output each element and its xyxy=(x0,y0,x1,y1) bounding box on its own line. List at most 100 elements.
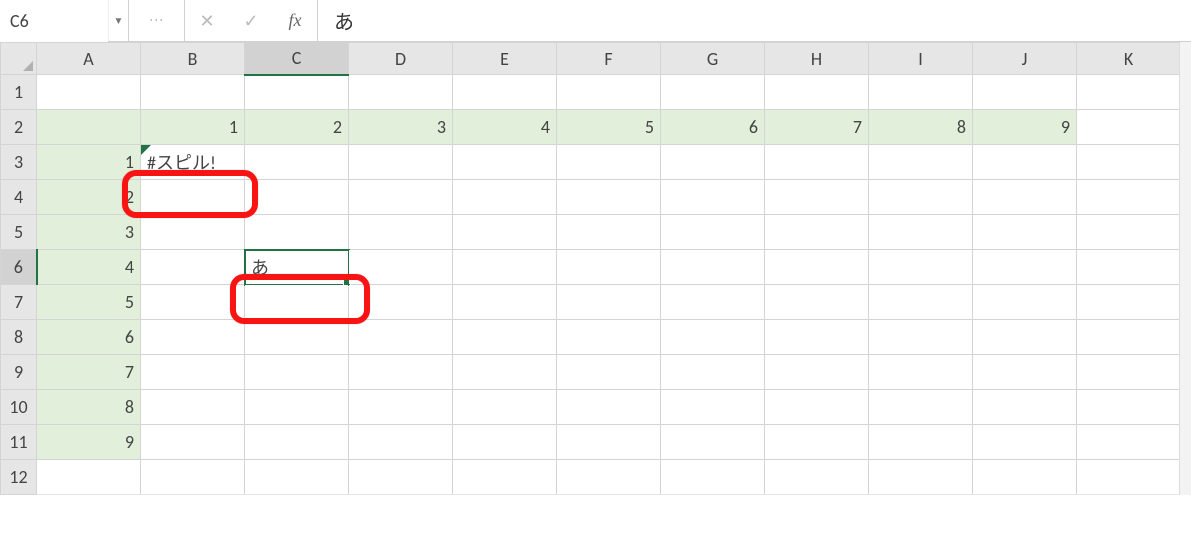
cell-G3[interactable] xyxy=(661,145,765,180)
col-head-A[interactable]: A xyxy=(37,43,141,75)
cell-K12[interactable] xyxy=(1077,460,1181,495)
cell-A7[interactable]: 5 xyxy=(37,285,141,320)
cell-I9[interactable] xyxy=(869,355,973,390)
cell-K9[interactable] xyxy=(1077,355,1181,390)
cell-F5[interactable] xyxy=(557,215,661,250)
cell-B5[interactable] xyxy=(141,215,245,250)
cell-D6[interactable] xyxy=(349,250,453,285)
cell-E1[interactable] xyxy=(453,75,557,110)
cell-I4[interactable] xyxy=(869,180,973,215)
cell-C12[interactable] xyxy=(245,460,349,495)
cell-C8[interactable] xyxy=(245,320,349,355)
cancel-button[interactable]: ✕ xyxy=(185,0,229,42)
cell-E7[interactable] xyxy=(453,285,557,320)
cell-C1[interactable] xyxy=(245,75,349,110)
cell-E5[interactable] xyxy=(453,215,557,250)
cell-F7[interactable] xyxy=(557,285,661,320)
cell-I2[interactable]: 8 xyxy=(869,110,973,145)
name-box-dropdown[interactable]: ▼ xyxy=(108,0,128,41)
cell-B4[interactable] xyxy=(141,180,245,215)
cell-C9[interactable] xyxy=(245,355,349,390)
cell-H4[interactable] xyxy=(765,180,869,215)
cell-I10[interactable] xyxy=(869,390,973,425)
cell-D1[interactable] xyxy=(349,75,453,110)
col-head-G[interactable]: G xyxy=(661,43,765,75)
row-head-4[interactable]: 4 xyxy=(1,180,37,215)
cell-H7[interactable] xyxy=(765,285,869,320)
cell-A6[interactable]: 4 xyxy=(37,250,141,285)
cell-G5[interactable] xyxy=(661,215,765,250)
cell-B1[interactable] xyxy=(141,75,245,110)
cell-F2[interactable]: 5 xyxy=(557,110,661,145)
cell-D2[interactable]: 3 xyxy=(349,110,453,145)
row-head-3[interactable]: 3 xyxy=(1,145,37,180)
cell-G9[interactable] xyxy=(661,355,765,390)
cell-H9[interactable] xyxy=(765,355,869,390)
cell-B11[interactable] xyxy=(141,425,245,460)
row-head-6[interactable]: 6 xyxy=(1,250,37,285)
cell-J6[interactable] xyxy=(973,250,1077,285)
col-head-E[interactable]: E xyxy=(453,43,557,75)
row-head-11[interactable]: 11 xyxy=(1,425,37,460)
col-head-C[interactable]: C xyxy=(245,43,349,75)
cell-C5[interactable] xyxy=(245,215,349,250)
cell-G12[interactable] xyxy=(661,460,765,495)
cell-J4[interactable] xyxy=(973,180,1077,215)
cell-E3[interactable] xyxy=(453,145,557,180)
cell-H11[interactable] xyxy=(765,425,869,460)
cell-F3[interactable] xyxy=(557,145,661,180)
cell-F9[interactable] xyxy=(557,355,661,390)
insert-function-button[interactable]: fx xyxy=(273,0,317,42)
cell-A11[interactable]: 9 xyxy=(37,425,141,460)
cell-H5[interactable] xyxy=(765,215,869,250)
cell-J11[interactable] xyxy=(973,425,1077,460)
cell-I7[interactable] xyxy=(869,285,973,320)
cell-K2[interactable] xyxy=(1077,110,1181,145)
row-head-2[interactable]: 2 xyxy=(1,110,37,145)
cell-D5[interactable] xyxy=(349,215,453,250)
cell-E12[interactable] xyxy=(453,460,557,495)
formula-bar-resize-handle[interactable]: ⋮ xyxy=(129,0,185,41)
cell-C7[interactable] xyxy=(245,285,349,320)
cell-A10[interactable]: 8 xyxy=(37,390,141,425)
cell-C4[interactable] xyxy=(245,180,349,215)
cell-D9[interactable] xyxy=(349,355,453,390)
cell-K8[interactable] xyxy=(1077,320,1181,355)
cell-K6[interactable] xyxy=(1077,250,1181,285)
cell-I1[interactable] xyxy=(869,75,973,110)
row-head-7[interactable]: 7 xyxy=(1,285,37,320)
col-head-K[interactable]: K xyxy=(1077,43,1181,75)
cell-A1[interactable] xyxy=(37,75,141,110)
cell-C2[interactable]: 2 xyxy=(245,110,349,145)
cell-D8[interactable] xyxy=(349,320,453,355)
cell-A5[interactable]: 3 xyxy=(37,215,141,250)
cell-I11[interactable] xyxy=(869,425,973,460)
cell-B6[interactable] xyxy=(141,250,245,285)
cell-D7[interactable] xyxy=(349,285,453,320)
cell-I6[interactable] xyxy=(869,250,973,285)
cell-K5[interactable] xyxy=(1077,215,1181,250)
cell-J1[interactable] xyxy=(973,75,1077,110)
formula-input[interactable]: あ xyxy=(318,0,1191,41)
col-head-I[interactable]: I xyxy=(869,43,973,75)
cell-B12[interactable] xyxy=(141,460,245,495)
cell-J12[interactable] xyxy=(973,460,1077,495)
cell-D10[interactable] xyxy=(349,390,453,425)
cell-A12[interactable] xyxy=(37,460,141,495)
col-head-D[interactable]: D xyxy=(349,43,453,75)
cell-G4[interactable] xyxy=(661,180,765,215)
row-head-1[interactable]: 1 xyxy=(1,75,37,110)
cell-B9[interactable] xyxy=(141,355,245,390)
cell-C3[interactable] xyxy=(245,145,349,180)
cell-E10[interactable] xyxy=(453,390,557,425)
cell-G2[interactable]: 6 xyxy=(661,110,765,145)
cell-B3[interactable]: #スピル! xyxy=(141,145,245,180)
cell-B7[interactable] xyxy=(141,285,245,320)
cell-D12[interactable] xyxy=(349,460,453,495)
row-head-8[interactable]: 8 xyxy=(1,320,37,355)
cell-A4[interactable]: 2 xyxy=(37,180,141,215)
cell-C6[interactable]: あ xyxy=(245,250,349,285)
cell-H1[interactable] xyxy=(765,75,869,110)
cell-G8[interactable] xyxy=(661,320,765,355)
cell-H6[interactable] xyxy=(765,250,869,285)
